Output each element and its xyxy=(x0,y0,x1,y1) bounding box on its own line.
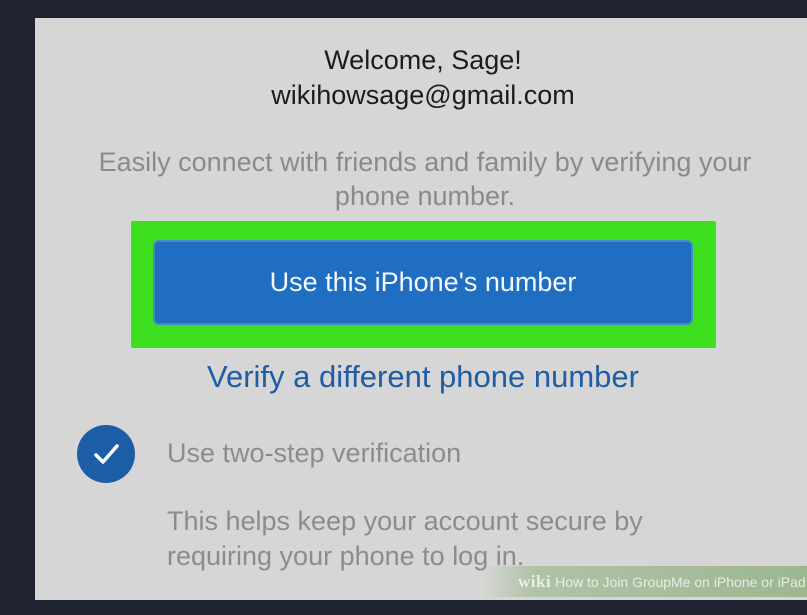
two-step-verification-label[interactable]: Use two-step verification xyxy=(167,436,461,470)
two-step-checkbox[interactable] xyxy=(77,425,135,483)
verification-description: Easily connect with friends and family b… xyxy=(98,147,752,211)
account-email: wikihowsage@gmail.com xyxy=(271,80,575,110)
wikihow-watermark: wiki How to Join GroupMe on iPhone or iP… xyxy=(481,566,807,597)
check-icon xyxy=(94,444,119,464)
verify-different-number-link[interactable]: Verify a different phone number xyxy=(35,357,807,397)
groupme-verification-screen: Welcome, Sage! wikihowsage@gmail.com Eas… xyxy=(35,18,807,600)
device-frame: Welcome, Sage! wikihowsage@gmail.com Eas… xyxy=(0,0,807,615)
use-this-iphone-number-button[interactable]: Use this iPhone's number xyxy=(153,240,693,325)
welcome-title: Welcome, Sage! xyxy=(324,45,522,75)
two-step-verification-help: This helps keep your account secure by r… xyxy=(167,506,643,571)
wikihow-caption: How to Join GroupMe on iPhone or iPad xyxy=(555,574,806,590)
wikihow-brand: wiki xyxy=(518,572,552,591)
